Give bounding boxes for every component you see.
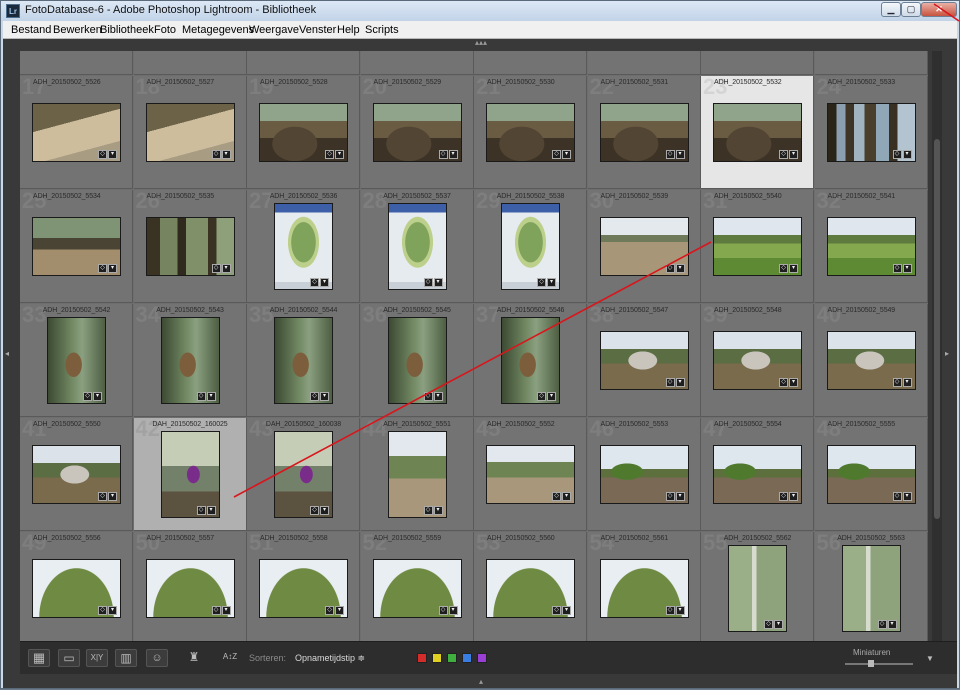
annotation-overlay — [233, 3, 960, 498]
annotation-corner-line — [933, 3, 960, 22]
annotation-line — [233, 241, 712, 498]
lightroom-window: Lr FotoDatabase-6 - Adobe Photoshop Ligh… — [0, 0, 960, 689]
